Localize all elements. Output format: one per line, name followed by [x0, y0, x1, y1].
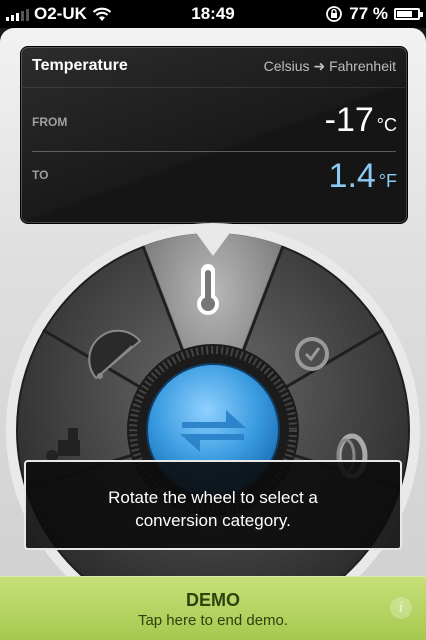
demo-title: DEMO	[186, 590, 240, 610]
tooltip-text: Rotate the wheel to select a conversion …	[46, 486, 380, 532]
demo-bar[interactable]: DEMO Tap here to end demo. i	[0, 576, 426, 640]
converter-app: Temperature Celsius ➜ Fahrenheit FROM -1…	[0, 28, 426, 640]
tooltip-overlay[interactable]: Rotate the wheel to select a conversion …	[24, 460, 402, 550]
battery-percent: 77 %	[349, 4, 388, 23]
battery-icon	[394, 8, 423, 20]
tooltip-line-1: Rotate the wheel to select a	[108, 488, 318, 507]
status-bar: O2-UK 18:49 77 %	[0, 0, 426, 28]
info-icon[interactable]: i	[390, 597, 412, 619]
tooltip-line-2: conversion category.	[135, 511, 291, 530]
rotation-lock-icon	[326, 6, 343, 22]
demo-subtitle: Tap here to end demo.	[137, 612, 289, 629]
